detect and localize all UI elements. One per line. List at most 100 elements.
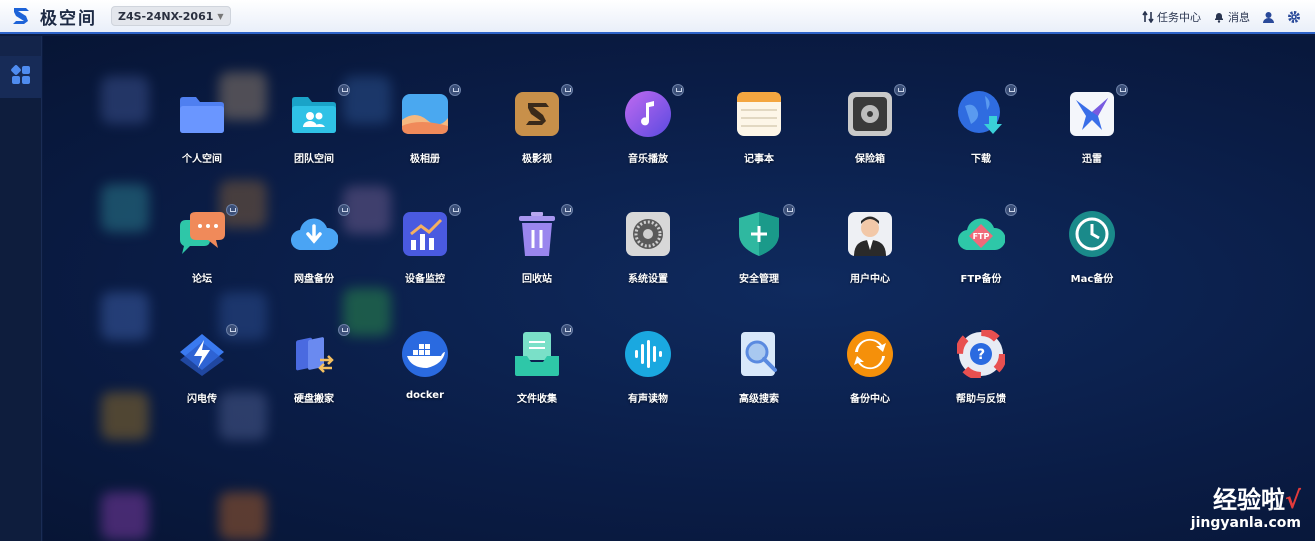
pin-badge-icon — [783, 204, 795, 216]
app-safe[interactable]: 保险箱 — [820, 84, 920, 180]
folder-icon — [178, 90, 226, 138]
svg-text:FTP: FTP — [973, 232, 990, 241]
safe-icon — [846, 84, 906, 138]
sidebar — [0, 36, 42, 541]
pin-badge-icon — [1116, 84, 1128, 96]
logo-icon — [10, 5, 32, 27]
app-forum[interactable]: 论坛 — [152, 204, 252, 300]
photo-album-icon — [401, 84, 461, 138]
shield-plus-icon — [735, 204, 795, 258]
app-recycle-bin[interactable]: 回收站 — [487, 204, 587, 300]
app-download[interactable]: 下载 — [931, 84, 1031, 180]
app-label: 个人空间 — [182, 154, 222, 165]
sync-icon — [846, 330, 894, 378]
app-thunder[interactable]: 迅雷 — [1042, 84, 1142, 180]
user-icon — [1262, 11, 1275, 24]
messages-button[interactable]: 消息 — [1213, 9, 1250, 25]
app-label: 回收站 — [522, 274, 552, 285]
notepad-icon — [735, 90, 783, 138]
user-avatar-icon — [846, 210, 894, 258]
device-selector[interactable]: Z4S-24NX-2061 ▼ — [111, 6, 231, 26]
app-team-space[interactable]: 团队空间 — [264, 84, 364, 180]
app-label: 文件收集 — [517, 394, 557, 405]
cloud-download-icon — [290, 204, 350, 258]
app-label: 下载 — [971, 154, 991, 165]
check-icon: √ — [1284, 486, 1301, 514]
app-audiobook[interactable]: 有声读物 — [598, 330, 698, 420]
app-label: 论坛 — [192, 274, 212, 285]
logo: 极空间 — [10, 4, 97, 29]
app-label: 有声读物 — [628, 394, 668, 405]
forum-chat-icon — [178, 204, 238, 258]
app-mac-backup[interactable]: Mac备份 — [1042, 210, 1142, 300]
team-folder-icon — [290, 84, 350, 138]
app-label: Mac备份 — [1070, 274, 1114, 285]
app-system-settings[interactable]: 系统设置 — [598, 210, 698, 300]
app-notepad[interactable]: 记事本 — [709, 90, 809, 180]
pin-badge-icon — [226, 324, 238, 336]
app-file-collect[interactable]: 文件收集 — [487, 324, 587, 420]
clock-backup-icon — [1068, 210, 1116, 258]
apps-grid-icon — [11, 65, 31, 89]
pin-badge-icon — [338, 204, 350, 216]
app-label: 帮助与反馈 — [956, 394, 1006, 405]
help-lifebuoy-icon: ? — [955, 328, 1007, 380]
pin-badge-icon — [338, 324, 350, 336]
app-label: docker — [405, 390, 445, 401]
app-label: FTP备份 — [960, 274, 1002, 285]
app-advanced-search[interactable]: 高级搜索 — [709, 330, 809, 420]
app-disk-move[interactable]: 硬盘搬家 — [264, 324, 364, 420]
audio-wave-icon — [624, 330, 672, 378]
lightning-icon — [178, 324, 238, 378]
app-label: 网盘备份 — [294, 274, 334, 285]
app-label: 用户中心 — [850, 274, 890, 285]
pin-badge-icon — [1005, 84, 1017, 96]
pin-badge-icon — [1005, 204, 1017, 216]
app-help-feedback[interactable]: ? 帮助与反馈 — [931, 328, 1031, 420]
task-center-button[interactable]: 任务中心 — [1142, 9, 1201, 25]
app-label: 保险箱 — [855, 154, 885, 165]
app-photo-album[interactable]: 极相册 — [375, 84, 475, 180]
app-cloud-backup[interactable]: 网盘备份 — [264, 204, 364, 300]
app-ftp-backup[interactable]: FTP FTP备份 — [931, 204, 1031, 300]
app-device-monitor[interactable]: 设备监控 — [375, 204, 475, 300]
app-personal-space[interactable]: 个人空间 — [152, 90, 252, 180]
svg-text:?: ? — [977, 347, 985, 363]
top-bar: 极空间 Z4S-24NX-2061 ▼ 任务中心 消息 — [0, 0, 1315, 34]
pin-badge-icon — [894, 84, 906, 96]
watermark-url: jingyanla.com — [1190, 515, 1301, 531]
user-button[interactable] — [1262, 11, 1275, 24]
app-backup-center[interactable]: 备份中心 — [820, 330, 920, 420]
app-music[interactable]: 音乐播放 — [598, 84, 698, 180]
docker-whale-icon — [401, 330, 449, 378]
app-user-center[interactable]: 用户中心 — [820, 210, 920, 300]
app-launcher-button[interactable] — [0, 56, 42, 98]
app-label: 硬盘搬家 — [294, 394, 334, 405]
app-video[interactable]: 极影视 — [487, 84, 587, 180]
app-docker[interactable]: docker — [375, 330, 475, 420]
disk-move-icon — [290, 324, 350, 378]
app-security[interactable]: 安全管理 — [709, 204, 809, 300]
thunder-bird-icon — [1068, 84, 1128, 138]
pin-badge-icon — [561, 204, 573, 216]
ftp-cloud-icon: FTP — [957, 204, 1017, 258]
app-label: 高级搜索 — [739, 394, 779, 405]
app-label: 备份中心 — [850, 394, 890, 405]
app-label: 设备监控 — [405, 274, 445, 285]
trash-icon — [513, 204, 573, 258]
file-collect-icon — [513, 324, 573, 378]
pin-badge-icon — [672, 84, 684, 96]
app-label: 系统设置 — [628, 274, 668, 285]
watermark-text: 经验啦 — [1212, 486, 1285, 514]
pin-badge-icon — [561, 84, 573, 96]
app-label: 记事本 — [744, 154, 774, 165]
app-flash-transfer[interactable]: 闪电传 — [152, 324, 252, 420]
watermark: 经验啦√ jingyanla.com — [1191, 480, 1301, 531]
settings-button[interactable] — [1287, 10, 1301, 24]
messages-label: 消息 — [1228, 11, 1250, 24]
app-label: 闪电传 — [187, 394, 217, 405]
search-doc-icon — [735, 330, 783, 378]
gear-icon — [1287, 10, 1301, 24]
device-name: Z4S-24NX-2061 — [118, 9, 214, 23]
app-label: 音乐播放 — [628, 154, 668, 165]
